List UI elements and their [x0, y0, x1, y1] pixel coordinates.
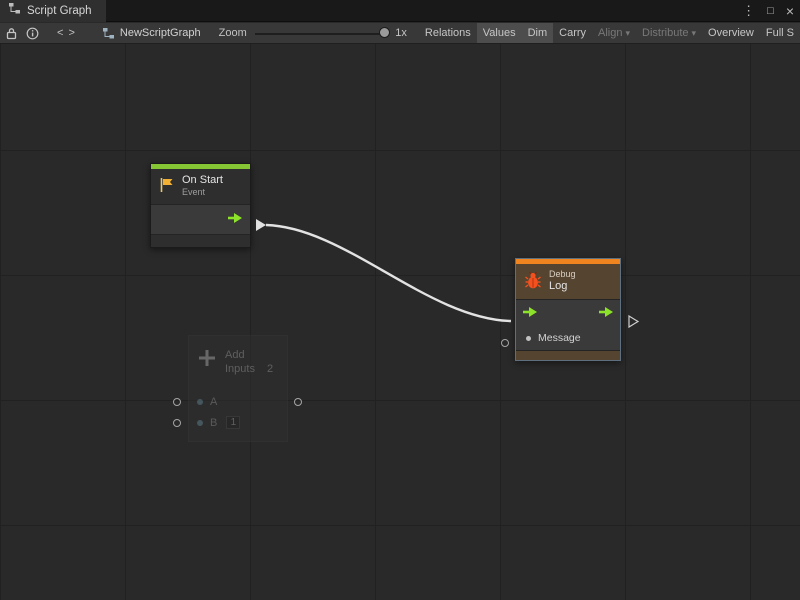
titlebar: Script Graph ⋮ □ × [0, 0, 800, 22]
port-connect-circle[interactable] [294, 398, 302, 406]
port-b-dot[interactable] [197, 420, 203, 426]
zoom-slider-track[interactable] [255, 33, 390, 35]
overview-button[interactable]: Overview [702, 23, 760, 44]
info-icon[interactable] [26, 27, 39, 40]
port-a-label: A [210, 396, 217, 408]
lock-icon[interactable] [6, 27, 17, 40]
on-start-subtitle: Event [182, 187, 223, 198]
distribute-button[interactable]: Distribute ▾ [636, 23, 702, 44]
debug-log-footer [516, 351, 620, 360]
code-icon[interactable]: < > [57, 27, 76, 39]
add-inputs-title-line1: Add [225, 348, 279, 362]
debug-category: Debug [549, 269, 576, 280]
tab-script-graph[interactable]: Script Graph [0, 0, 106, 22]
on-start-node[interactable]: On Start Event [150, 163, 251, 248]
script-graph-icon [8, 2, 21, 20]
zoom-slider[interactable] [255, 23, 390, 44]
fullscreen-button[interactable]: Full S [760, 23, 800, 44]
graph-canvas[interactable]: On Start Event [0, 44, 800, 600]
values-button[interactable]: Values [477, 23, 522, 44]
maximize-icon[interactable]: □ [767, 5, 774, 17]
graph-toolbar: < > NewScriptGraph Zoom 1x Relations Val… [0, 23, 800, 44]
carry-button[interactable]: Carry [553, 23, 592, 44]
port-b-value-field[interactable]: 1 [226, 416, 240, 429]
zoom-label: Zoom [219, 27, 247, 39]
graph-name[interactable]: NewScriptGraph [120, 27, 201, 39]
connection-wire[interactable] [266, 225, 511, 321]
kebab-menu-icon[interactable]: ⋮ [742, 3, 755, 19]
toolbar-buttons: Relations Values Dim Carry Align ▾ Distri… [419, 23, 800, 44]
add-inputs-count: 2 [267, 362, 273, 376]
plus-icon [197, 348, 217, 371]
script-graph-window: Script Graph ⋮ □ × < > [0, 0, 800, 600]
port-connect-circle[interactable] [173, 419, 181, 427]
chevron-down-icon: ▾ [626, 28, 631, 38]
tab-label: Script Graph [27, 5, 92, 17]
wire-start-arrow [256, 219, 266, 231]
port-row-a[interactable]: A [197, 396, 279, 408]
close-icon[interactable]: × [786, 3, 794, 19]
align-label: Align [598, 27, 622, 39]
dim-button[interactable]: Dim [522, 23, 554, 44]
graph-asset-icon [102, 27, 115, 40]
trigger-output-port[interactable] [598, 306, 614, 321]
zoom-value: 1x [395, 27, 407, 39]
port-connect-circle[interactable] [173, 398, 181, 406]
port-b-label: B [210, 417, 217, 429]
bug-icon [523, 270, 543, 293]
distribute-label: Distribute [642, 27, 688, 39]
connection-layer [0, 44, 800, 600]
add-inputs-ghost-node[interactable]: Add Inputs 2 A B 1 [188, 335, 288, 442]
port-connect-circle[interactable] [501, 339, 509, 347]
on-start-title: On Start [182, 174, 223, 187]
debug-log-header[interactable]: Debug Log [516, 264, 620, 299]
flag-icon [158, 176, 176, 197]
window-controls: ⋮ □ × [742, 0, 794, 22]
debug-log-title: Log [549, 280, 576, 293]
trigger-output-port[interactable] [227, 212, 243, 227]
trigger-input-port[interactable] [522, 306, 538, 321]
zoom-slider-handle[interactable] [379, 27, 390, 38]
message-port-dot[interactable] [526, 336, 531, 341]
message-port-label: Message [538, 332, 581, 344]
align-button[interactable]: Align ▾ [592, 23, 636, 44]
add-inputs-title-line2: Inputs [225, 362, 255, 376]
on-start-footer [151, 235, 250, 247]
on-start-header[interactable]: On Start Event [151, 169, 250, 204]
relations-button[interactable]: Relations [419, 23, 477, 44]
debug-log-node[interactable]: Debug Log [515, 258, 621, 361]
debug-output-target-icon[interactable] [629, 316, 638, 327]
port-row-b[interactable]: B 1 [197, 416, 279, 429]
chevron-down-icon: ▾ [692, 28, 697, 38]
port-a-dot[interactable] [197, 399, 203, 405]
